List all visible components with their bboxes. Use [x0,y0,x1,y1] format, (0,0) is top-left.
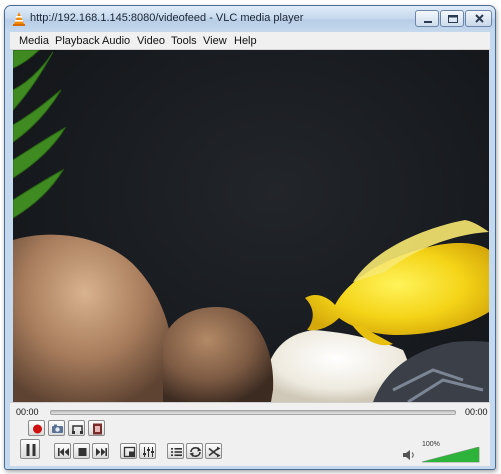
menu-view[interactable]: View [203,35,227,47]
menu-audio[interactable]: Audio [102,35,130,47]
fullscreen-icon [123,446,136,458]
playlist-icon [171,448,182,456]
vlc-cone-icon [13,12,25,26]
menu-playback[interactable]: Playback [55,35,100,47]
random-button[interactable] [205,443,222,459]
record-button[interactable] [28,420,45,436]
loop-button[interactable] [186,443,203,459]
stop-button[interactable] [73,443,90,459]
snapshot-icon [52,424,63,433]
maximize-icon [448,15,458,23]
previous-icon [58,448,69,456]
minimize-button[interactable] [415,10,439,27]
title-bar[interactable]: http://192.168.1.145:8080/videofeed - VL… [5,6,495,32]
fullscreen-button[interactable] [120,443,137,459]
speaker-icon[interactable] [402,449,416,461]
seek-bar[interactable] [50,410,456,415]
next-button[interactable] [92,443,109,459]
loop-ab-button[interactable] [68,420,85,436]
menu-video[interactable]: Video [137,35,165,47]
previous-button[interactable] [54,443,71,459]
volume-slider[interactable] [422,447,480,463]
menu-tools[interactable]: Tools [171,35,197,47]
stop-icon [78,448,87,456]
menu-bar: Media Playback Audio Video Tools View He… [10,32,490,50]
extended-settings-button[interactable] [139,443,156,459]
window-title: http://192.168.1.145:8080/videofeed - VL… [30,12,304,24]
playlist-button[interactable] [167,443,184,459]
random-icon [208,446,221,458]
loop-icon [189,447,202,457]
minimize-icon [424,21,432,23]
video-display[interactable] [13,50,489,402]
menu-media[interactable]: Media [19,35,49,47]
next-icon [96,448,107,456]
controls-panel: 00:00 00:00 100% [10,402,490,466]
extended-settings-icon [143,447,154,457]
elapsed-time: 00:00 [16,407,39,417]
pause-icon [26,444,36,456]
frame-step-button[interactable] [88,420,105,436]
record-icon [33,424,42,434]
video-frame [13,50,489,402]
maximize-button[interactable] [440,10,464,27]
vlc-window: http://192.168.1.145:8080/videofeed - VL… [4,5,496,470]
pause-button[interactable] [20,439,40,459]
menu-help[interactable]: Help [234,35,257,47]
close-icon [475,14,484,23]
loop-ab-icon [72,425,83,434]
total-time: 00:00 [465,407,488,417]
snapshot-button[interactable] [48,420,65,436]
close-button[interactable] [465,10,492,27]
frame-step-icon [93,423,102,435]
